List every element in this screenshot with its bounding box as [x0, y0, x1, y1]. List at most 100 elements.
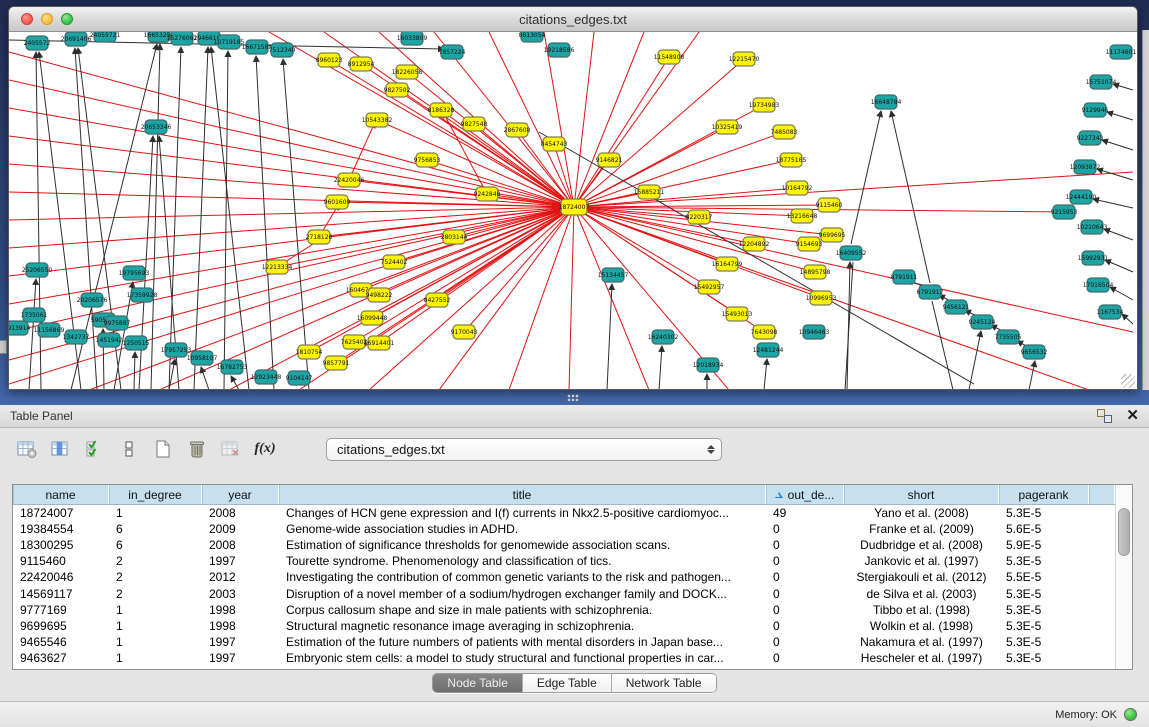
graph-node[interactable]: 12923448 — [251, 370, 282, 384]
graph-node[interactable]: 10958107 — [187, 351, 218, 365]
graph-node[interactable]: 8912954 — [348, 57, 375, 71]
cell-title[interactable]: Structural magnetic resonance image aver… — [279, 619, 766, 633]
graph-node[interactable]: 9456121 — [943, 300, 970, 314]
graph-node[interactable]: 19734983 — [749, 98, 780, 112]
graph-node[interactable]: 1250515 — [123, 336, 150, 350]
graph-node[interactable]: 16409552 — [836, 246, 867, 260]
graph-node[interactable]: 18775165 — [776, 153, 807, 167]
cell-in-degree[interactable]: 1 — [109, 635, 202, 649]
graph-node[interactable]: 11156869 — [34, 323, 65, 337]
graph-node[interactable]: 22420046 — [334, 173, 365, 187]
graph-node[interactable]: 9104147 — [286, 371, 313, 385]
graph-node[interactable]: 11174601 — [1106, 45, 1137, 59]
graph-node[interactable]: 15751074 — [1086, 75, 1117, 89]
graph-node[interactable]: 12213334 — [262, 260, 293, 274]
graph-node[interactable]: 9827548 — [461, 117, 488, 131]
graph-node[interactable]: 8186328 — [428, 103, 455, 117]
table-scrollbar[interactable] — [1115, 485, 1132, 669]
graph-node[interactable]: 10325419 — [712, 120, 743, 134]
cell-pagerank[interactable]: 5.3E-5 — [999, 506, 1089, 520]
graph-node[interactable]: 7643098 — [751, 325, 778, 339]
network-view-window[interactable]: citations_edges.txt 18724007896012389129… — [8, 6, 1138, 390]
cell-name[interactable]: 9699695 — [13, 619, 109, 633]
graph-node[interactable]: 8454743 — [541, 137, 568, 151]
cell-short[interactable]: Wolkin et al. (1998) — [844, 619, 999, 633]
table-settings-icon[interactable] — [14, 436, 40, 462]
table-row[interactable]: 1830029562008Estimation of significance … — [13, 537, 1115, 553]
graph-node[interactable]: 8791911 — [891, 270, 918, 284]
cell-short[interactable]: Nakamura et al. (1997) — [844, 635, 999, 649]
cell-short[interactable]: Jankovic et al. (1997) — [844, 554, 999, 568]
cell-name[interactable]: 18724007 — [13, 506, 109, 520]
column-header-pagerank[interactable]: pagerank — [999, 485, 1089, 504]
graph-node[interactable]: 9154693 — [796, 237, 823, 251]
graph-node[interactable]: 17016504 — [1083, 278, 1114, 292]
graph-node[interactable]: 20691406 — [61, 32, 92, 46]
graph-node[interactable]: 2405572 — [24, 36, 51, 50]
cell-in-degree[interactable]: 6 — [109, 538, 202, 552]
graph-node[interactable]: 25206550 — [22, 263, 53, 277]
cell-year[interactable]: 1997 — [202, 554, 279, 568]
cell-name[interactable]: 9463627 — [13, 651, 109, 665]
graph-node[interactable]: 12444190 — [1066, 190, 1097, 204]
cell-year[interactable]: 2008 — [202, 506, 279, 520]
network-canvas[interactable]: 1872400789601238912954182260589827502105… — [9, 32, 1137, 390]
graph-node[interactable]: 9699695 — [819, 228, 846, 242]
graph-node[interactable]: 10996953 — [806, 291, 837, 305]
graph-node[interactable]: 9129946 — [1082, 103, 1109, 117]
graph-node[interactable]: 10946463 — [799, 325, 830, 339]
cell-name[interactable]: 19384554 — [13, 522, 109, 536]
graph-node[interactable]: 17359928 — [127, 288, 158, 302]
cell-out-de-[interactable]: 0 — [766, 603, 844, 617]
graph-node[interactable]: 8813054 — [519, 32, 546, 42]
graph-node[interactable]: 18226058 — [392, 65, 423, 79]
graph-node[interactable]: 9227343 — [1077, 131, 1104, 145]
function-builder-icon[interactable]: f(x) — [252, 436, 278, 462]
graph-node[interactable]: 19218586 — [544, 43, 575, 57]
delete-table-icon[interactable] — [184, 436, 210, 462]
table-row[interactable]: 946362711997Embryonic stem cells: a mode… — [13, 650, 1115, 666]
graph-node[interactable]: 1451942 — [96, 333, 123, 347]
close-panel-icon[interactable]: ✕ — [1126, 409, 1139, 423]
cell-year[interactable]: 2008 — [202, 538, 279, 552]
cell-pagerank[interactable]: 5.3E-5 — [999, 651, 1089, 665]
cell-name[interactable]: 18300295 — [13, 538, 109, 552]
graph-node[interactable]: 16240302 — [648, 330, 679, 344]
left-panel-grip[interactable] — [0, 340, 7, 354]
graph-node[interactable]: 9975887 — [104, 316, 131, 330]
graph-node[interactable]: 7857224 — [439, 45, 466, 59]
citation-network-graph[interactable]: 1872400789601238912954182260589827502105… — [9, 32, 1137, 390]
column-header-in-degree[interactable]: in_degree — [109, 485, 202, 504]
cell-title[interactable]: Estimation of the future numbers of pati… — [279, 635, 766, 649]
graph-node[interactable]: 20653346 — [141, 120, 172, 134]
cell-title[interactable]: Changes of HCN gene expression and I(f) … — [279, 506, 766, 520]
float-panel-icon[interactable] — [1097, 409, 1112, 423]
graph-node[interactable]: 10719185 — [214, 35, 245, 49]
cell-title[interactable]: Genome-wide association studies in ADHD. — [279, 522, 766, 536]
table-row[interactable]: 1456911722003Disruption of a novel membe… — [13, 585, 1115, 601]
graph-node[interactable]: 7485083 — [771, 125, 798, 139]
cell-title[interactable]: Estimation of significance thresholds fo… — [279, 538, 766, 552]
graph-node[interactable]: 3913914 — [9, 321, 31, 335]
table-row[interactable]: 911546021997Tourette syndrome. Phenomeno… — [13, 553, 1115, 569]
cell-in-degree[interactable]: 6 — [109, 522, 202, 536]
cell-title[interactable]: Investigating the contribution of common… — [279, 570, 766, 584]
graph-node[interactable]: 12481244 — [753, 343, 784, 357]
tab-node-table[interactable]: Node Table — [433, 674, 523, 692]
panel-splitter-handle[interactable] — [567, 394, 579, 401]
graph-node[interactable]: 9146821 — [596, 153, 623, 167]
graph-node[interactable]: 2718126 — [306, 230, 333, 244]
graph-node[interactable]: 13216648 — [787, 209, 818, 223]
graph-node[interactable]: 7735505 — [995, 330, 1022, 344]
cell-out-de-[interactable]: 0 — [766, 570, 844, 584]
graph-node[interactable]: 9656532 — [1021, 345, 1048, 359]
graph-node[interactable]: 9857791 — [323, 356, 350, 370]
graph-node[interactable]: 10543382 — [362, 113, 393, 127]
graph-node[interactable]: 1735061 — [21, 308, 48, 322]
graph-node[interactable]: 8960123 — [316, 53, 343, 67]
cell-name[interactable]: 22420046 — [13, 570, 109, 584]
table-row[interactable]: 2242004622012Investigating the contribut… — [13, 569, 1115, 585]
cell-year[interactable]: 1997 — [202, 635, 279, 649]
graph-node[interactable]: 2867608 — [504, 123, 531, 137]
graph-node[interactable]: 2803144 — [441, 230, 468, 244]
